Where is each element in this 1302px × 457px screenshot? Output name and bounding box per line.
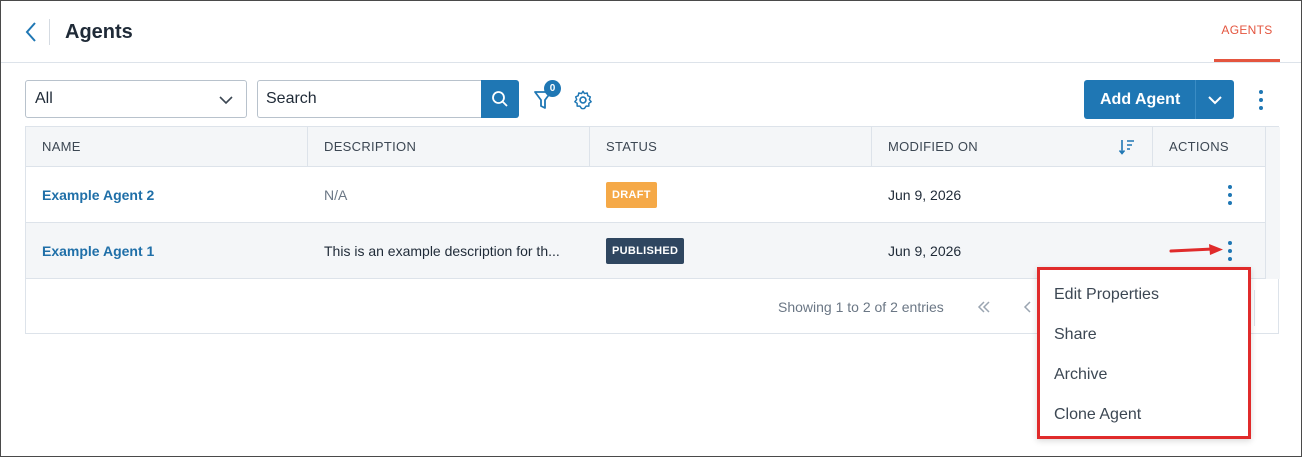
chevron-down-icon [219,96,233,105]
pagination-edge [1254,290,1255,326]
search-icon [492,91,508,107]
agent-name-link[interactable]: Example Agent 1 [26,223,308,279]
menu-item-archive[interactable]: Archive [1054,364,1107,386]
add-agent-button[interactable]: Add Agent [1084,80,1234,119]
column-header-modified-on[interactable]: MODIFIED ON [872,127,1153,167]
status-filter-value: All [35,90,53,107]
header-divider [49,19,50,45]
column-header-description[interactable]: DESCRIPTION [308,127,590,167]
chevrons-left-icon[interactable] [974,297,994,317]
agent-description: N/A [324,187,348,203]
status-badge: DRAFT [606,182,657,208]
table-scrollbar[interactable] [1265,127,1280,279]
add-agent-dropdown-toggle[interactable] [1195,80,1234,119]
menu-item-share[interactable]: Share [1054,324,1097,346]
more-options-icon[interactable] [1251,87,1271,113]
gear-icon[interactable] [572,89,594,111]
arrow-annotation-icon [1169,244,1223,255]
tab-agents[interactable]: AGENTS [1214,23,1280,62]
status-cell: DRAFT [590,167,872,223]
status-filter-select[interactable]: All [25,80,247,118]
page-header: Agents AGENTS [1,1,1301,63]
column-header-status[interactable]: STATUS [590,127,872,167]
column-header-modified-on-label: MODIFIED ON [888,139,978,154]
filter-count-badge: 0 [544,80,561,97]
table-row: Example Agent 2 N/A DRAFT Jun 9, 2026 [26,167,1265,223]
chevron-left-icon [25,22,36,42]
tab-agents-label: AGENTS [1221,23,1273,37]
pagination-info: Showing 1 to 2 of 2 entries [778,299,944,315]
app-window: Agents AGENTS All 0 Add Agent [0,0,1302,457]
table-header: NAME DESCRIPTION STATUS MODIFIED ON ACTI… [26,127,1265,167]
row-actions-icon[interactable] [1220,182,1240,208]
page-title: Agents [65,21,133,43]
agent-name-link[interactable]: Example Agent 2 [26,167,308,223]
agent-description: This is an example description for th... [324,243,560,259]
menu-item-clone-agent[interactable]: Clone Agent [1054,404,1141,426]
chevron-down-icon [1208,95,1222,104]
row-actions-menu: Edit Properties Share Archive Clone Agen… [1037,267,1251,439]
column-header-name[interactable]: NAME [26,127,308,167]
status-badge: PUBLISHED [606,238,685,264]
status-cell: PUBLISHED [590,223,872,279]
menu-item-edit-properties[interactable]: Edit Properties [1054,284,1159,306]
sort-descending-icon[interactable] [1118,138,1136,156]
chevron-left-icon[interactable] [1018,297,1038,317]
modified-on: Jun 9, 2026 [888,187,962,203]
back-button[interactable] [19,19,43,45]
column-header-actions: ACTIONS [1169,139,1229,154]
active-tab-indicator [1214,59,1280,62]
search-input[interactable] [257,80,481,118]
search-button[interactable] [481,80,519,118]
add-agent-label: Add Agent [1100,90,1181,108]
